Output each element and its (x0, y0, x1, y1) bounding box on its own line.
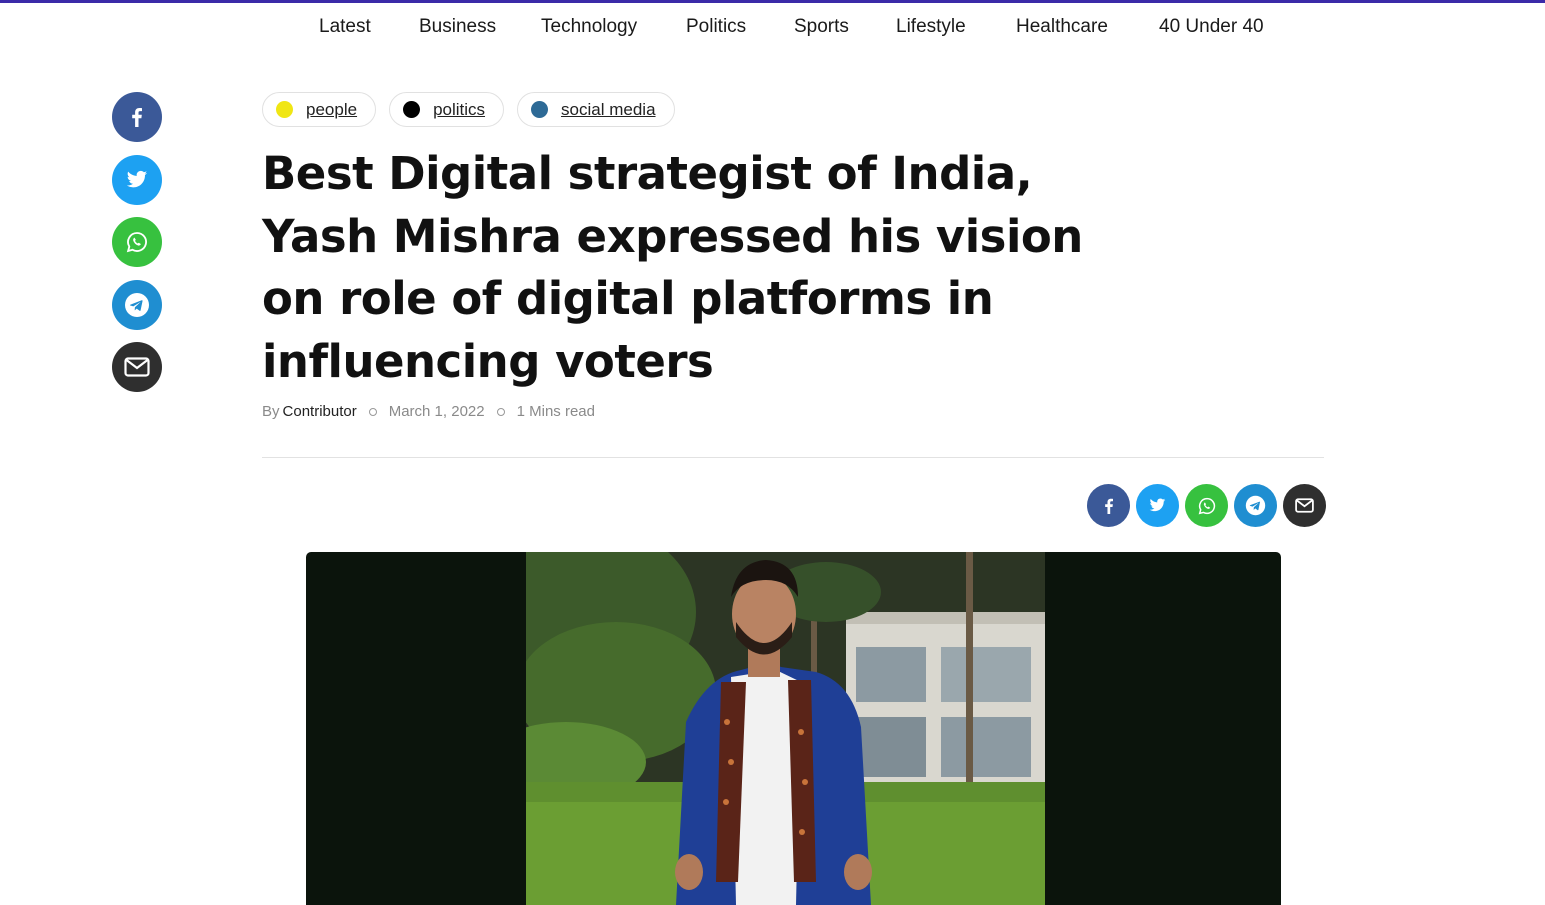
tag-label: social media (561, 99, 656, 119)
tag-social-media[interactable]: social media (517, 92, 675, 127)
tag-people[interactable]: people (262, 92, 377, 127)
email-icon (1295, 498, 1314, 513)
share-telegram-button[interactable] (1234, 484, 1277, 527)
side-share-bar (112, 92, 162, 405)
publish-date: March 1, 2022 (388, 403, 485, 420)
read-time: 1 Mins read (516, 403, 595, 420)
facebook-icon (132, 108, 142, 127)
facebook-icon (1104, 498, 1113, 514)
meta-separator (368, 407, 377, 416)
article-hero-image (306, 552, 1281, 905)
article-title: Best Digital strategist of India, Yash M… (262, 147, 1083, 388)
share-email-button[interactable] (1283, 484, 1326, 527)
whatsapp-icon (1198, 497, 1215, 514)
nav-lifestyle[interactable]: Lifestyle (896, 14, 966, 40)
meta-separator (496, 407, 505, 416)
top-accent-line (0, 0, 1545, 3)
side-share-facebook-button[interactable] (112, 92, 162, 142)
nav-sports[interactable]: Sports (794, 14, 849, 40)
byline-prefix: By (262, 403, 280, 420)
tag-politics[interactable]: politics (389, 92, 505, 127)
hero-photo (526, 552, 1045, 905)
nav-technology[interactable]: Technology (541, 14, 637, 40)
side-share-email-button[interactable] (112, 342, 162, 392)
tag-label: people (306, 99, 358, 119)
nav-politics[interactable]: Politics (686, 14, 746, 40)
category-tags: people politics social media (262, 92, 675, 127)
share-twitter-button[interactable] (1136, 484, 1179, 527)
side-share-telegram-button[interactable] (112, 279, 162, 330)
main-navigation: Latest Business Technology Politics Spor… (0, 14, 1545, 42)
whatsapp-icon (126, 232, 147, 253)
nav-latest[interactable]: Latest (319, 14, 371, 40)
tag-color-dot (531, 101, 549, 118)
nav-40-under-40[interactable]: 40 Under 40 (1159, 14, 1264, 40)
twitter-icon (126, 170, 148, 187)
share-facebook-button[interactable] (1087, 484, 1130, 527)
author-link[interactable]: Contributor (283, 403, 357, 420)
tag-color-dot (276, 101, 293, 118)
side-share-whatsapp-button[interactable] (112, 217, 162, 267)
article-meta: By Contributor March 1, 2022 1 Mins read (262, 403, 595, 420)
twitter-icon (1149, 498, 1166, 512)
tag-color-dot (403, 101, 421, 118)
nav-healthcare[interactable]: Healthcare (1016, 14, 1108, 40)
inline-share-bar (1087, 484, 1326, 527)
tag-label: politics (433, 99, 486, 119)
telegram-icon (1245, 495, 1266, 516)
photo-illustration (526, 552, 1045, 905)
email-icon (124, 357, 150, 377)
nav-business[interactable]: Business (419, 14, 496, 40)
meta-divider (262, 457, 1324, 458)
share-whatsapp-button[interactable] (1185, 484, 1228, 527)
telegram-icon (125, 292, 149, 317)
side-share-twitter-button[interactable] (112, 154, 162, 205)
